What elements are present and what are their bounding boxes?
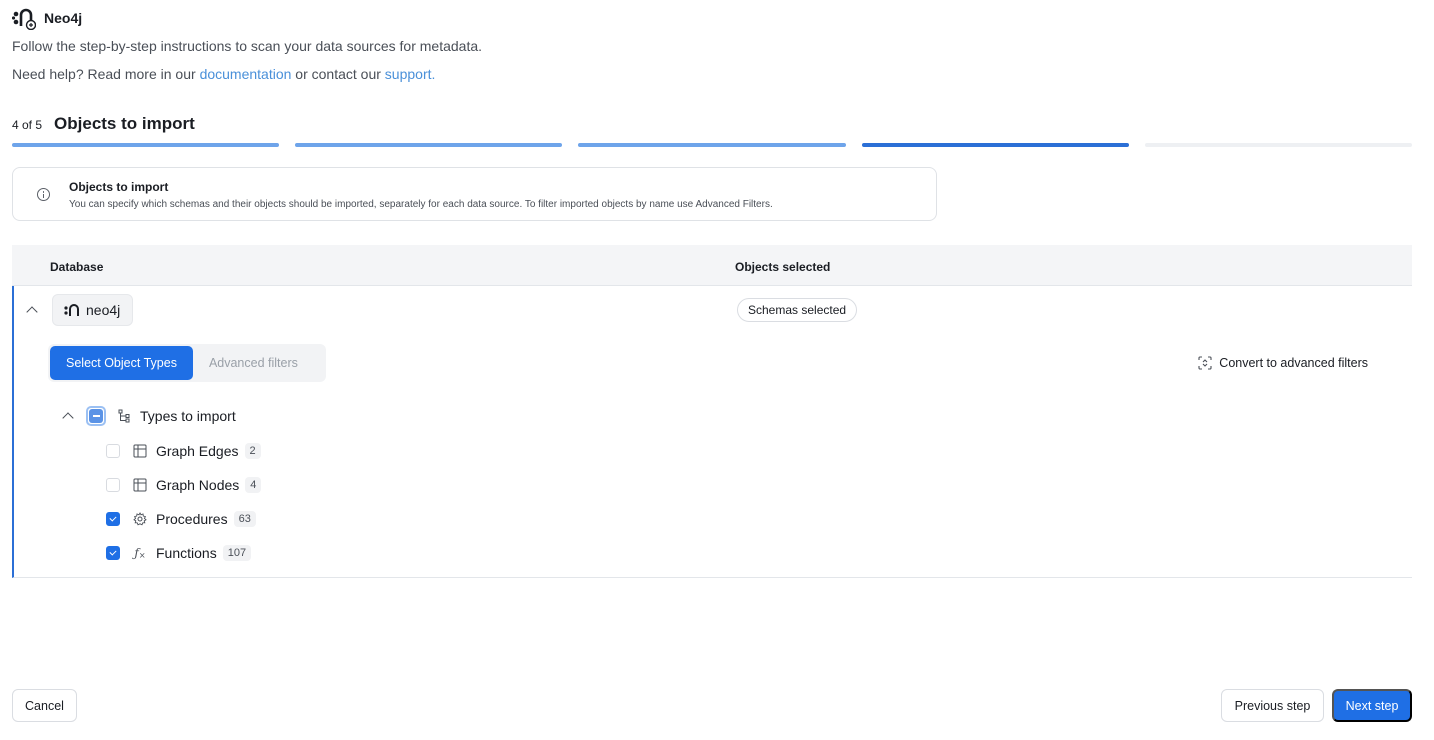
procedures-checkbox[interactable] [106, 512, 120, 526]
functions-count: 107 [222, 545, 252, 561]
documentation-link[interactable]: documentation [200, 66, 292, 82]
progress-segment-4 [861, 143, 1129, 147]
database-name: neo4j [86, 302, 121, 318]
support-link[interactable]: support. [385, 66, 436, 82]
help-middle: or contact our [291, 66, 385, 82]
info-callout: Objects to import You can specify which … [12, 167, 937, 221]
graph-nodes-label: Graph Nodes [156, 477, 240, 493]
collapse-tree-chevron-icon[interactable] [62, 412, 74, 424]
convert-icon [1198, 356, 1212, 370]
column-objects-selected: Objects selected [735, 260, 831, 274]
table-header: Database Objects selected [12, 245, 1412, 286]
tree-item-graph-nodes[interactable]: Graph Nodes 4 [106, 474, 262, 496]
info-icon [37, 188, 50, 201]
gear-icon [133, 512, 147, 526]
next-step-button[interactable]: Next step [1332, 689, 1412, 722]
help-text: Need help? Read more in our documentatio… [12, 66, 435, 82]
column-database: Database [50, 260, 104, 274]
table-icon [133, 444, 147, 458]
previous-step-button[interactable]: Previous step [1221, 689, 1324, 722]
procedures-label: Procedures [156, 511, 228, 527]
tree-root-types-to-import: Types to import [62, 406, 236, 426]
hierarchy-icon [118, 409, 130, 423]
progress-segment-2 [295, 143, 563, 147]
tab-advanced-filters[interactable]: Advanced filters [193, 346, 314, 380]
app-header: Neo4j [12, 6, 82, 30]
stepper-header: 4 of 5 Objects to import [12, 114, 195, 134]
procedures-count: 63 [233, 511, 256, 527]
intro-text: Follow the step-by-step instructions to … [12, 38, 483, 54]
objects-selected-badge: Schemas selected [737, 298, 858, 322]
tree-item-functions[interactable]: ƒ × Functions 107 [106, 542, 252, 564]
step-title: Objects to import [54, 114, 195, 133]
step-count: 4 of 5 [12, 118, 43, 132]
function-icon: ƒ × [134, 546, 146, 560]
types-to-import-label: Types to import [140, 408, 236, 424]
neo4j-logo-icon [12, 8, 36, 30]
convert-to-advanced-filters-button[interactable]: Convert to advanced filters [1198, 356, 1368, 370]
graph-edges-count: 2 [244, 443, 261, 459]
cancel-button[interactable]: Cancel [12, 689, 77, 722]
graph-edges-checkbox[interactable] [106, 444, 120, 458]
neo4j-small-icon [64, 304, 79, 316]
info-title: Objects to import [69, 180, 169, 194]
tree-item-graph-edges[interactable]: Graph Edges 2 [106, 440, 261, 462]
filter-mode-tabs: Select Object Types Advanced filters [48, 344, 326, 382]
graph-nodes-checkbox[interactable] [106, 478, 120, 492]
table-row-neo4j: neo4j Schemas selected Select Object Typ… [12, 286, 1412, 578]
table-icon [133, 478, 147, 492]
graph-edges-label: Graph Edges [156, 443, 239, 459]
convert-label: Convert to advanced filters [1219, 356, 1368, 370]
app-title: Neo4j [44, 10, 83, 26]
step-progress-bar [12, 143, 1413, 147]
info-description: You can specify which schemas and their … [69, 199, 773, 210]
types-to-import-checkbox[interactable] [86, 406, 106, 426]
graph-nodes-count: 4 [245, 477, 262, 493]
database-chip: neo4j [52, 294, 134, 326]
collapse-row-chevron-icon[interactable] [26, 306, 38, 318]
progress-segment-5 [1144, 143, 1413, 147]
functions-checkbox[interactable] [106, 546, 120, 560]
tree-item-procedures[interactable]: Procedures 63 [106, 508, 256, 530]
functions-label: Functions [156, 545, 217, 561]
help-prefix: Need help? Read more in our [12, 66, 200, 82]
progress-segment-1 [12, 143, 280, 147]
tab-select-object-types[interactable]: Select Object Types [50, 346, 193, 380]
progress-segment-3 [578, 143, 846, 147]
